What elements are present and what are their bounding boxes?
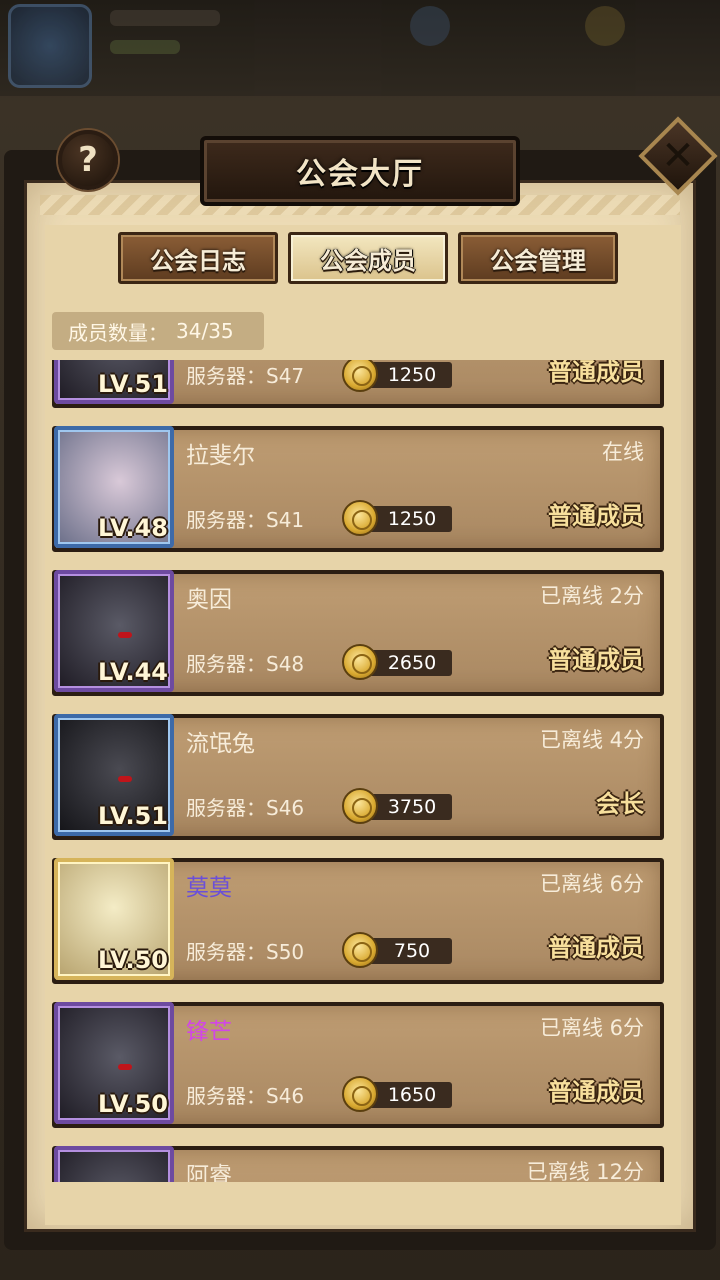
- member-card[interactable]: 阿睿 已离线 12分: [52, 1146, 664, 1182]
- member-avatar[interactable]: [54, 1146, 174, 1182]
- contribution-value: 3750: [387, 796, 437, 818]
- contribution: 3750: [342, 788, 452, 824]
- member-card[interactable]: LV.48 拉斐尔 在线 服务器：S41 1250 普通成员: [52, 426, 664, 552]
- tab-bar: 公会日志 公会成员 公会管理: [118, 232, 618, 284]
- member-name: 阿睿: [186, 1163, 232, 1182]
- contribution: 1250: [342, 500, 452, 536]
- member-name: 莫莫: [186, 875, 232, 901]
- member-status: 已离线 4分: [539, 728, 644, 752]
- contribution: 1650: [342, 1076, 452, 1112]
- tab-guild-log[interactable]: 公会日志: [118, 232, 278, 284]
- member-count-value: 34/35: [176, 319, 234, 343]
- gold-icon: [585, 6, 625, 46]
- member-status: 已离线 2分: [539, 584, 644, 608]
- contribution-value: 1250: [387, 364, 437, 386]
- coin-icon: [342, 644, 378, 680]
- member-status: 在线: [602, 440, 644, 464]
- member-server: 服务器：S48: [186, 652, 305, 676]
- tab-guild-members[interactable]: 公会成员: [288, 232, 448, 284]
- close-icon: ✕: [661, 133, 695, 179]
- coin-icon: [342, 500, 378, 536]
- member-card[interactable]: LV.44 奥因 已离线 2分 服务器：S48 2650 普通成员: [52, 570, 664, 696]
- member-role: 普通成员: [548, 646, 644, 674]
- member-level: LV.51: [98, 802, 168, 830]
- member-card[interactable]: LV.50 莫莫 已离线 6分 服务器：S50 750 普通成员: [52, 858, 664, 984]
- member-card[interactable]: LV.50 锋芒 已离线 6分 服务器：S46 1650 普通成员: [52, 1002, 664, 1128]
- member-role: 普通成员: [548, 1078, 644, 1106]
- contribution-value: 750: [393, 940, 431, 962]
- member-role: 普通成员: [548, 360, 644, 386]
- contribution: 750: [342, 932, 452, 968]
- contribution-value: 1250: [387, 508, 437, 530]
- member-server: 服务器：S41: [186, 508, 305, 532]
- question-icon: ?: [78, 140, 98, 180]
- coin-icon: [342, 932, 378, 968]
- member-server: 服务器：S46: [186, 796, 305, 820]
- member-status: 已离线 6分: [539, 1016, 644, 1040]
- tab-label: 公会成员: [320, 246, 416, 275]
- tab-label: 公会日志: [150, 246, 246, 275]
- member-name: 奥因: [186, 587, 232, 613]
- member-server: 服务器：S46: [186, 1084, 305, 1108]
- member-count-badge: 成员数量： 34/35: [52, 312, 264, 350]
- member-server: 服务器：S50: [186, 940, 305, 964]
- coin-icon: [342, 1076, 378, 1112]
- member-card[interactable]: LV.51 服务器：S47 1250 普通成员: [52, 360, 664, 408]
- member-level: LV.50: [98, 1090, 168, 1118]
- panel-bottom-frame: [24, 1232, 696, 1250]
- member-list[interactable]: LV.51 服务器：S47 1250 普通成员 LV.48 拉斐尔 在线 服务器…: [40, 360, 680, 1182]
- page-title: 公会大厅: [296, 157, 424, 192]
- title-plate: 公会大厅: [200, 136, 520, 206]
- player-avatar: [8, 4, 92, 88]
- contribution-value: 1650: [387, 1084, 437, 1106]
- avatar-eye: [118, 776, 132, 782]
- contribution: 2650: [342, 644, 452, 680]
- close-button[interactable]: ✕: [638, 116, 718, 196]
- member-level: LV.44: [98, 658, 168, 686]
- avatar-eye: [118, 632, 132, 638]
- member-role: 会长: [596, 790, 644, 818]
- member-level: LV.48: [98, 514, 168, 542]
- tab-guild-management[interactable]: 公会管理: [458, 232, 618, 284]
- coin-icon: [342, 788, 378, 824]
- avatar-eye: [118, 1064, 132, 1070]
- help-button[interactable]: ?: [58, 130, 118, 190]
- member-level: LV.50: [98, 946, 168, 974]
- member-name: 流氓兔: [186, 731, 255, 757]
- player-sub-blurred: [110, 40, 180, 54]
- currency-icon: [410, 6, 450, 46]
- member-status: 已离线 6分: [539, 872, 644, 896]
- member-count-label: 成员数量：: [68, 320, 168, 345]
- member-server: 服务器：S47: [186, 364, 305, 388]
- contribution-value: 2650: [387, 652, 437, 674]
- member-name: 拉斐尔: [186, 443, 255, 469]
- contribution: 1250: [342, 360, 452, 392]
- tab-label: 公会管理: [490, 246, 586, 275]
- member-name: 锋芒: [186, 1019, 232, 1045]
- player-name-blurred: [110, 10, 220, 26]
- member-role: 普通成员: [548, 934, 644, 962]
- top-status-bar: [0, 0, 720, 96]
- member-role: 普通成员: [548, 502, 644, 530]
- member-level: LV.51: [98, 370, 168, 398]
- member-card[interactable]: LV.51 流氓兔 已离线 4分 服务器：S46 3750 会长: [52, 714, 664, 840]
- member-status: 已离线 12分: [526, 1160, 644, 1182]
